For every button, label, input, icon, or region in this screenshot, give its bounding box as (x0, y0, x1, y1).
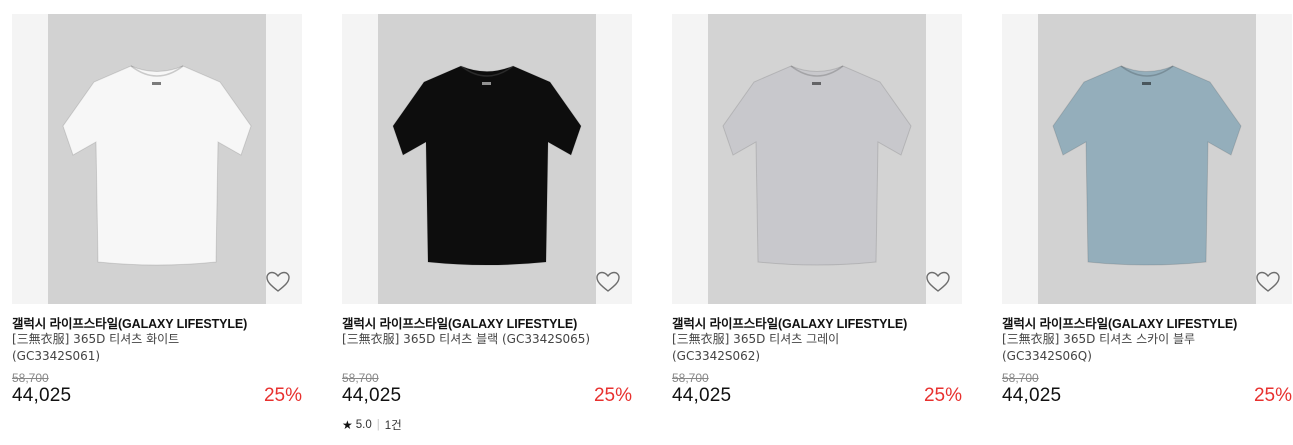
product-thumbnail[interactable] (1002, 14, 1292, 304)
heart-outline-icon (926, 271, 950, 292)
rating-score: 5.0 (355, 419, 372, 431)
heart-outline-icon (266, 271, 290, 292)
rating-summary: ★ 5.0 | 1건 (342, 417, 402, 433)
product-thumbnail[interactable] (12, 14, 302, 304)
tshirt-image (62, 65, 252, 266)
divider: | (376, 419, 380, 431)
wishlist-button[interactable] (595, 270, 621, 294)
sale-price: 44,025 (12, 385, 72, 406)
wishlist-button[interactable] (1255, 270, 1281, 294)
product-card[interactable]: 갤럭시 라이프스타일(GALAXY LIFESTYLE) [三無衣服] 365D… (672, 0, 962, 445)
product-image[interactable] (708, 14, 926, 304)
discount-rate: 25% (923, 385, 962, 406)
tshirt-image (392, 65, 582, 266)
heart-outline-icon (596, 271, 620, 292)
discount-rate: 25% (1253, 385, 1292, 406)
product-image[interactable] (378, 14, 596, 304)
brand-name[interactable]: 갤럭시 라이프스타일(GALAXY LIFESTYLE) (672, 313, 907, 332)
product-image[interactable] (1038, 14, 1256, 304)
original-price: 58,700 (12, 371, 49, 385)
product-name[interactable]: [三無衣服] 365D 티셔츠 스카이 블루 (GC3342S06Q) (1002, 331, 1252, 365)
tshirt-image (722, 65, 912, 266)
product-grid: 갤럭시 라이프스타일(GALAXY LIFESTYLE) [三無衣服] 365D… (0, 0, 1293, 445)
brand-name[interactable]: 갤럭시 라이프스타일(GALAXY LIFESTYLE) (12, 313, 247, 332)
product-card[interactable]: 갤럭시 라이프스타일(GALAXY LIFESTYLE) [三無衣服] 365D… (1002, 0, 1292, 445)
product-thumbnail[interactable] (672, 14, 962, 304)
discount-rate: 25% (593, 385, 632, 406)
wishlist-button[interactable] (925, 270, 951, 294)
brand-name[interactable]: 갤럭시 라이프스타일(GALAXY LIFESTYLE) (342, 313, 577, 332)
sale-price: 44,025 (672, 385, 732, 406)
original-price: 58,700 (342, 371, 379, 385)
product-image[interactable] (48, 14, 266, 304)
discount-rate: 25% (263, 385, 302, 406)
original-price: 58,700 (1002, 371, 1039, 385)
sale-price: 44,025 (1002, 385, 1062, 406)
product-card[interactable]: 갤럭시 라이프스타일(GALAXY LIFESTYLE) [三無衣服] 365D… (342, 0, 632, 445)
wishlist-button[interactable] (265, 270, 291, 294)
sale-price: 44,025 (342, 385, 402, 406)
product-name[interactable]: [三無衣服] 365D 티셔츠 블랙 (GC3342S065) (342, 331, 592, 348)
product-name[interactable]: [三無衣服] 365D 티셔츠 화이트 (GC3342S061) (12, 331, 262, 365)
review-count[interactable]: 1건 (385, 417, 402, 433)
original-price: 58,700 (672, 371, 709, 385)
product-thumbnail[interactable] (342, 14, 632, 304)
star-icon: ★ (342, 418, 353, 432)
brand-name[interactable]: 갤럭시 라이프스타일(GALAXY LIFESTYLE) (1002, 313, 1237, 332)
heart-outline-icon (1256, 271, 1280, 292)
product-card[interactable]: 갤럭시 라이프스타일(GALAXY LIFESTYLE) [三無衣服] 365D… (12, 0, 302, 445)
tshirt-image (1052, 65, 1242, 266)
product-name[interactable]: [三無衣服] 365D 티셔츠 그레이 (GC3342S062) (672, 331, 922, 365)
